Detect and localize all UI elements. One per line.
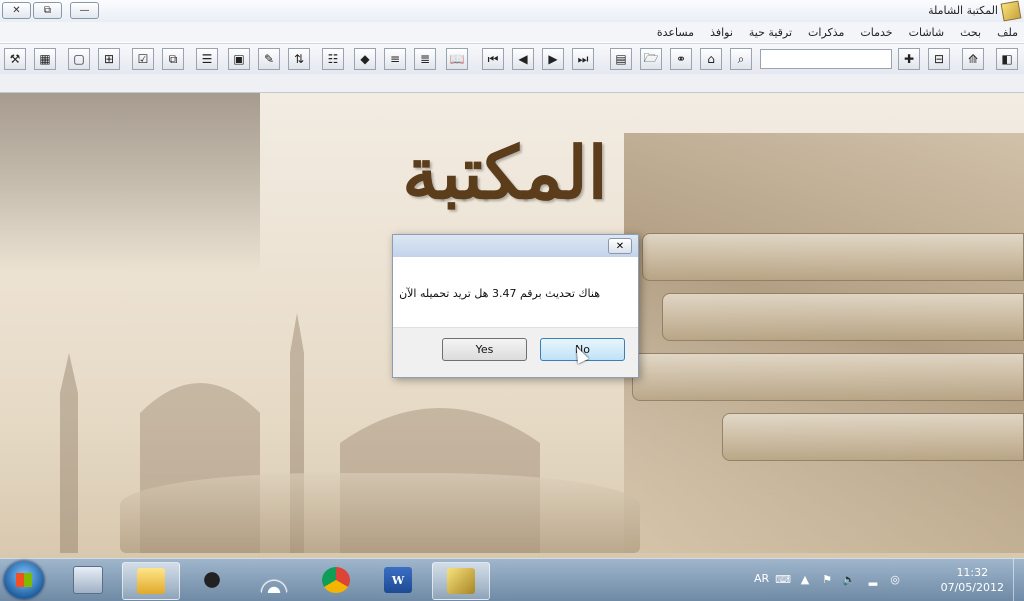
start-button[interactable] bbox=[4, 561, 44, 599]
shamela-icon[interactable] bbox=[432, 562, 490, 600]
menu-live-update[interactable]: ترقية حية bbox=[749, 26, 792, 39]
app-icon bbox=[1000, 0, 1022, 22]
close-icon: ✕ bbox=[615, 240, 625, 252]
title-bar: ✕ ⧉ — المكتبة الشاملة bbox=[0, 0, 1024, 23]
clock-time: 11:32 bbox=[956, 566, 989, 579]
new-folder-icon[interactable]: ✚ bbox=[898, 48, 920, 70]
book-icon[interactable]: 📖 bbox=[446, 48, 468, 70]
language-indicator[interactable]: AR bbox=[754, 572, 769, 585]
action-center-icon[interactable]: ⚑ bbox=[820, 572, 834, 586]
tree-view-icon[interactable]: ⊟ bbox=[928, 48, 950, 70]
update-dialog: ✕ هناك تحديث برقم 3.47 هل تريد تحميله ال… bbox=[392, 234, 639, 378]
volume-icon[interactable]: 🔈 bbox=[842, 572, 856, 586]
dialog-footer: Yes No bbox=[393, 327, 638, 377]
first-icon[interactable]: ⏮ bbox=[482, 48, 504, 70]
taskbar: W AR ⌨ ▲ ⚑ 🔈 ▂ ◎ 11:32 07/05/2012 bbox=[0, 558, 1024, 601]
pdf-icon[interactable]: ◆ bbox=[354, 48, 376, 70]
network-tray-icon[interactable]: ◎ bbox=[888, 572, 902, 586]
search-input[interactable] bbox=[760, 49, 892, 69]
yes-button[interactable]: Yes bbox=[442, 338, 527, 361]
clock[interactable]: 11:32 07/05/2012 bbox=[941, 565, 1004, 595]
background-book bbox=[722, 413, 1024, 461]
windows-icon[interactable]: ▤ bbox=[610, 48, 632, 70]
open-book-icon[interactable]: ⟰ bbox=[962, 48, 984, 70]
background-books-left bbox=[0, 93, 260, 273]
list-icon[interactable]: ≡ bbox=[384, 48, 406, 70]
chrome-icon[interactable] bbox=[308, 562, 364, 598]
menu-search[interactable]: بحث bbox=[960, 26, 981, 39]
menu-help[interactable]: مساعدة bbox=[657, 26, 694, 39]
lines-icon[interactable]: ≣ bbox=[414, 48, 436, 70]
background-book bbox=[632, 353, 1024, 401]
file-explorer-icon[interactable] bbox=[122, 562, 180, 600]
dialog-body: هناك تحديث برقم 3.47 هل تريد تحميله الآن bbox=[393, 257, 638, 327]
home-icon[interactable]: ⌂ bbox=[700, 48, 722, 70]
previous-icon[interactable]: ◀ bbox=[512, 48, 534, 70]
dialog-title-bar: ✕ bbox=[393, 235, 638, 257]
background-book bbox=[642, 233, 1024, 281]
menu-notes[interactable]: مذكرات bbox=[808, 26, 844, 39]
zoom-icon[interactable]: ⌕ bbox=[730, 48, 752, 70]
dialog-close-button[interactable]: ✕ bbox=[608, 238, 632, 254]
restore-window-button[interactable]: ⧉ bbox=[33, 2, 62, 19]
menu-screens[interactable]: شاشات bbox=[909, 26, 945, 39]
background-book bbox=[662, 293, 1024, 341]
word-icon[interactable]: W bbox=[370, 562, 426, 598]
tree-icon[interactable]: ⊞ bbox=[98, 48, 120, 70]
properties-icon[interactable]: ☷ bbox=[322, 48, 344, 70]
open-folder-icon[interactable]: 🗁 bbox=[640, 48, 662, 70]
calculator-taskbar-icon[interactable] bbox=[60, 562, 116, 598]
close-icon: ✕ bbox=[12, 5, 21, 16]
image-icon[interactable]: ▣ bbox=[228, 48, 250, 70]
last-icon[interactable]: ⏭ bbox=[572, 48, 594, 70]
network-icon[interactable] bbox=[246, 562, 302, 598]
menu-services[interactable]: خدمات bbox=[860, 26, 892, 39]
tools-icon[interactable]: ⚒ bbox=[4, 48, 26, 70]
inkscape-icon[interactable] bbox=[184, 562, 240, 598]
binoculars-icon[interactable]: ⚭ bbox=[670, 48, 692, 70]
document-list-icon[interactable]: ☰ bbox=[196, 48, 218, 70]
keyboard-icon[interactable]: ⌨ bbox=[775, 572, 791, 586]
app-logo: المكتبة الشاملة bbox=[390, 130, 619, 325]
toolbar: ⚒ ▦ ▢ ⊞ ☑ ⧉ ☰ ▣ ✎ ⇅ ☷ ◆ ≡ ≣ 📖 ⏮ ◀ ▶ ⏭ ▤ … bbox=[0, 43, 1024, 75]
dialog-message: هناك تحديث برقم 3.47 هل تريد تحميله الآن bbox=[399, 287, 600, 300]
copy-icon[interactable]: ⧉ bbox=[162, 48, 184, 70]
minimize-window-button[interactable]: — bbox=[70, 2, 99, 19]
minimize-icon: — bbox=[79, 5, 90, 16]
next-icon[interactable]: ▶ bbox=[542, 48, 564, 70]
restore-icon: ⧉ bbox=[43, 5, 52, 16]
window-title: المكتبة الشاملة bbox=[928, 4, 998, 17]
secondary-toolbar-strip bbox=[0, 74, 1024, 93]
calculator-icon[interactable]: ▦ bbox=[34, 48, 56, 70]
signal-icon[interactable]: ▂ bbox=[866, 572, 880, 586]
pencil-icon[interactable]: ✎ bbox=[258, 48, 280, 70]
windows-logo-icon bbox=[16, 573, 32, 587]
clipboard-icon[interactable]: ☑ bbox=[132, 48, 154, 70]
open-book-illustration bbox=[120, 473, 640, 553]
clock-date: 07/05/2012 bbox=[940, 581, 1004, 594]
show-desktop-button[interactable] bbox=[1013, 559, 1024, 601]
window-controls: ✕ ⧉ — bbox=[2, 2, 99, 19]
menu-bar: ملف بحث شاشات خدمات مذكرات ترقية حية نوا… bbox=[0, 22, 1024, 42]
menu-file[interactable]: ملف bbox=[997, 26, 1018, 39]
new-document-icon[interactable]: ▢ bbox=[68, 48, 90, 70]
show-hidden-icons-icon[interactable]: ▲ bbox=[798, 572, 812, 586]
system-tray: AR ⌨ ▲ ⚑ 🔈 ▂ ◎ 11:32 07/05/2012 bbox=[754, 559, 1024, 601]
close-window-button[interactable]: ✕ bbox=[2, 2, 31, 19]
menu-windows[interactable]: نوافذ bbox=[710, 26, 733, 39]
transfer-icon[interactable]: ⇅ bbox=[288, 48, 310, 70]
library-icon[interactable]: ◧ bbox=[996, 48, 1018, 70]
